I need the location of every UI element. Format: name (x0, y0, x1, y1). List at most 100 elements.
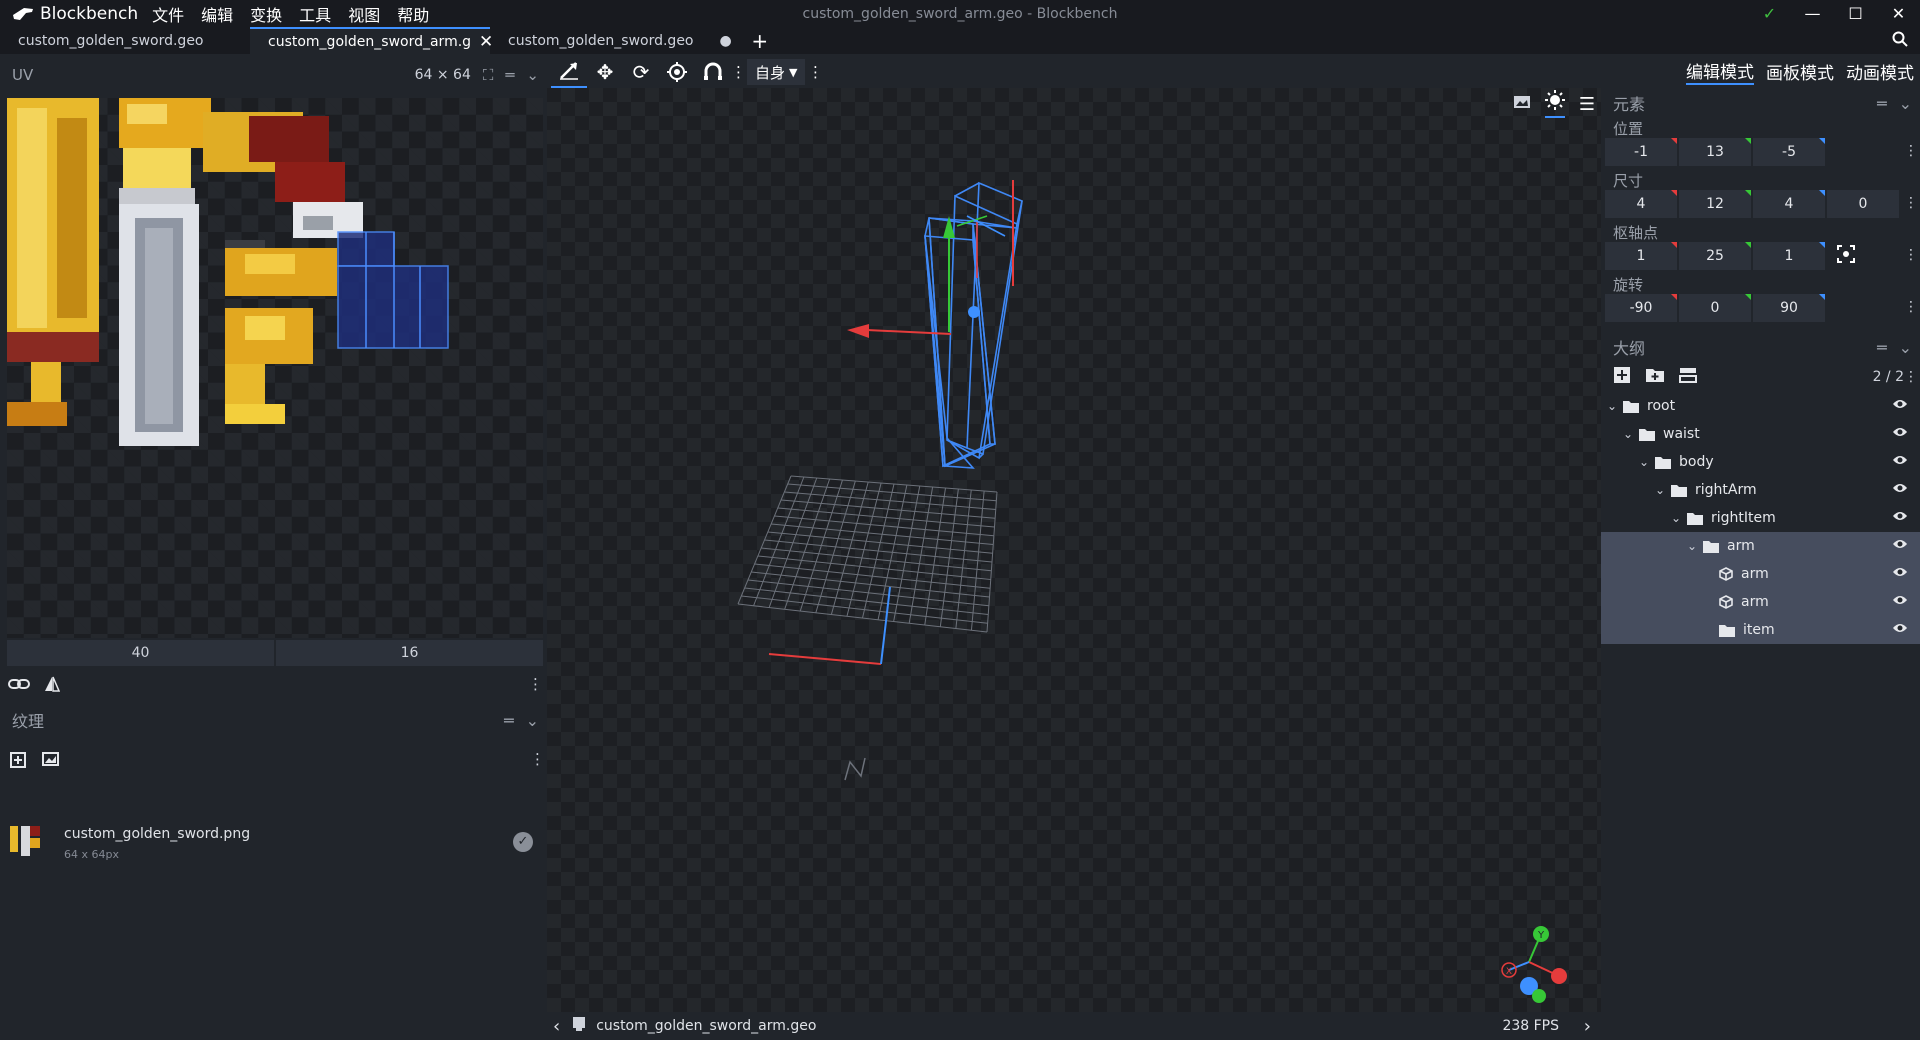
more-vert-icon[interactable]: ⋮ (528, 675, 543, 693)
visibility-eye-icon[interactable] (1892, 398, 1908, 414)
outliner-node-root[interactable]: ⌄ root (1601, 392, 1920, 420)
menu-view[interactable]: 视图 (348, 2, 380, 26)
space-select[interactable]: 自身 ▼ (747, 59, 806, 85)
menu-help[interactable]: 帮助 (397, 2, 429, 26)
chevron-down-icon[interactable]: ⌄ (1637, 455, 1651, 469)
size-y-input[interactable]: 12 (1679, 190, 1751, 218)
mode-animate[interactable]: 动画模式 (1846, 59, 1914, 84)
size-z-input[interactable]: 4 (1753, 190, 1825, 218)
menu-transform[interactable]: 变换 (250, 2, 282, 26)
add-group-icon[interactable] (1645, 367, 1665, 387)
pivot-tool-icon[interactable] (659, 62, 695, 82)
rotate-tool-icon[interactable]: ⟳ (623, 60, 659, 84)
collapse-all-icon[interactable] (1679, 366, 1697, 388)
visibility-eye-icon[interactable] (1892, 482, 1908, 498)
chevron-down-icon[interactable]: ⌄ (1653, 483, 1667, 497)
menu-edit[interactable]: 编辑 (201, 2, 233, 26)
visibility-eye-icon[interactable] (1892, 566, 1908, 582)
tab-project-2[interactable]: custom_golden_sword_arm.g ✕ (250, 27, 493, 54)
screenshot-icon[interactable] (1513, 94, 1531, 114)
menu-file[interactable]: 文件 (152, 2, 184, 26)
visibility-eye-icon[interactable] (1892, 454, 1908, 470)
visibility-eye-icon[interactable] (1892, 594, 1908, 610)
maximize-button[interactable]: ☐ (1834, 0, 1877, 27)
tab-project-3[interactable]: custom_golden_sword.geo ● (490, 27, 746, 54)
mirror-icon[interactable] (44, 676, 60, 692)
chevron-right-icon[interactable]: › (1584, 1016, 1591, 1037)
pivot-x-input[interactable]: 1 (1605, 242, 1677, 270)
add-texture-icon[interactable] (10, 750, 28, 768)
position-x-input[interactable]: -1 (1605, 138, 1677, 166)
texture-list-item[interactable]: custom_golden_sword.png 64 x 64px ✓ (0, 820, 547, 870)
more-vert-icon[interactable]: ⋮ (805, 63, 825, 81)
outliner-node-item[interactable]: item (1601, 616, 1920, 644)
outliner-node-body[interactable]: ⌄ body (1601, 448, 1920, 476)
unsaved-dot-icon[interactable]: ● (720, 33, 732, 49)
tab-project-1[interactable]: custom_golden_sword.geo (0, 27, 250, 54)
add-cube-icon[interactable] (1613, 366, 1631, 388)
pivot-y-input[interactable]: 25 (1679, 242, 1751, 270)
chevron-down-icon[interactable]: ⌄ (526, 711, 539, 730)
chevron-down-icon[interactable]: ⌄ (1605, 399, 1619, 413)
visibility-eye-icon[interactable] (1892, 510, 1908, 526)
outliner-node-arm[interactable]: arm (1601, 588, 1920, 616)
mode-edit[interactable]: 编辑模式 (1686, 58, 1754, 85)
position-z-input[interactable]: -5 (1753, 138, 1825, 166)
check-icon[interactable]: ✓ (1748, 0, 1791, 27)
more-vert-icon[interactable]: ⋮ (1904, 370, 1918, 384)
search-icon[interactable] (1892, 31, 1908, 51)
chevron-left-icon[interactable]: ‹ (553, 1016, 560, 1037)
menu-tools[interactable]: 工具 (299, 2, 331, 26)
pivot-z-input[interactable]: 1 (1753, 242, 1825, 270)
uv-size-label[interactable]: 64 × 64 (415, 67, 471, 83)
chevron-down-icon[interactable]: ⌄ (1899, 338, 1912, 357)
app-logo[interactable]: Blockbench (0, 4, 138, 24)
axis-navigator[interactable]: Y X (1501, 926, 1567, 1003)
move-tool-icon[interactable]: ✥ (587, 60, 623, 84)
rotation-y-input[interactable]: 0 (1679, 294, 1751, 322)
magnet-icon[interactable] (695, 62, 731, 82)
outliner-node-arm[interactable]: ⌄ arm (1601, 532, 1920, 560)
position-y-input[interactable]: 13 (1679, 138, 1751, 166)
link-icon[interactable] (8, 677, 30, 691)
menu-lines-icon[interactable]: ═ (504, 711, 514, 730)
vertex-snap-icon[interactable] (551, 56, 587, 88)
inflate-input[interactable]: 0 (1827, 190, 1899, 218)
outliner-node-rightarm[interactable]: ⌄ rightArm (1601, 476, 1920, 504)
uv-u-input[interactable]: 40 (7, 640, 274, 666)
add-tab-button[interactable]: + (746, 27, 774, 54)
viewport-menu-icon[interactable]: ☰ (1579, 94, 1595, 115)
more-vert-icon[interactable]: ⋮ (1904, 248, 1918, 262)
rotation-z-input[interactable]: 90 (1753, 294, 1825, 322)
visibility-eye-icon[interactable] (1892, 426, 1908, 442)
size-x-input[interactable]: 4 (1605, 190, 1677, 218)
menu-lines-icon[interactable]: ═ (1877, 338, 1887, 357)
menu-lines-icon[interactable]: ═ (505, 66, 514, 84)
menu-lines-icon[interactable]: ═ (1877, 94, 1887, 113)
uv-v-input[interactable]: 16 (276, 640, 543, 666)
3d-viewport[interactable]: ☰ Y X (547, 88, 1601, 1012)
more-vert-icon[interactable]: ⋮ (530, 750, 545, 768)
chevron-down-icon[interactable]: ⌄ (1621, 427, 1635, 441)
chevron-down-icon[interactable]: ⌄ (526, 66, 539, 84)
close-button[interactable]: ✕ (1877, 0, 1920, 27)
chevron-down-icon[interactable]: ⌄ (1899, 94, 1912, 113)
uv-editor-canvas[interactable] (7, 98, 543, 638)
more-vert-icon[interactable]: ⋮ (1904, 300, 1918, 314)
more-vert-icon[interactable]: ⋮ (1904, 196, 1918, 210)
more-vert-icon[interactable]: ⋮ (1904, 144, 1918, 158)
minimize-button[interactable]: — (1791, 0, 1834, 27)
mode-paint[interactable]: 画板模式 (1766, 59, 1834, 84)
texture-used-check-icon[interactable]: ✓ (513, 832, 533, 852)
center-pivot-icon[interactable] (1837, 245, 1855, 267)
rotation-x-input[interactable]: -90 (1605, 294, 1677, 322)
outliner-node-rightitem[interactable]: ⌄ rightItem (1601, 504, 1920, 532)
chevron-down-icon[interactable]: ⌄ (1685, 539, 1699, 553)
visibility-eye-icon[interactable] (1892, 622, 1908, 638)
import-image-icon[interactable] (42, 751, 60, 767)
lighting-icon[interactable] (1544, 90, 1565, 118)
outliner-node-arm[interactable]: arm (1601, 560, 1920, 588)
chevron-down-icon[interactable]: ⌄ (1669, 511, 1683, 525)
fullscreen-icon[interactable]: ⛶ (483, 66, 494, 84)
more-vert-icon[interactable]: ⋮ (731, 63, 746, 81)
